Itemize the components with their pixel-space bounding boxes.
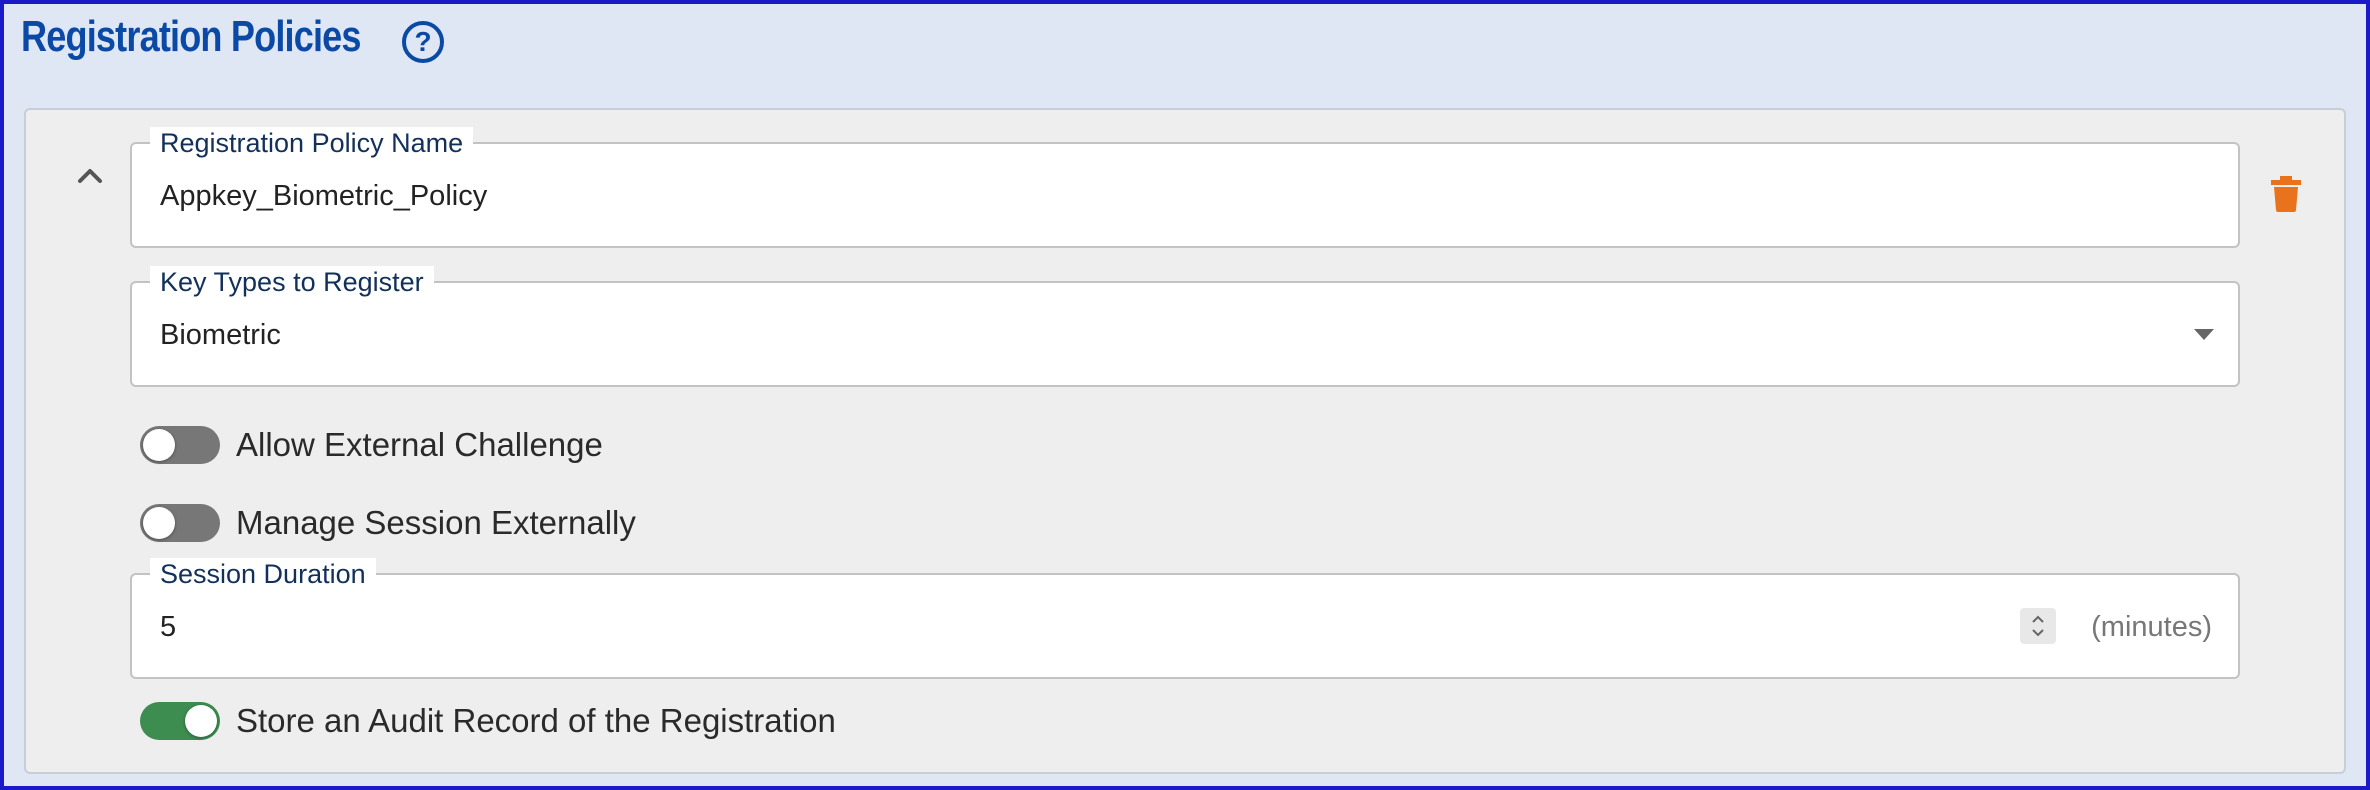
manage-session-externally-row: Manage Session Externally [140,498,636,548]
policy-name-label: Registration Policy Name [150,127,474,159]
store-audit-record-row: Store an Audit Record of the Registratio… [140,696,836,746]
chevron-up-icon[interactable] [70,156,110,196]
page-title: Registration Policies [21,12,361,61]
caret-down-icon[interactable] [2194,329,2214,340]
session-duration-label: Session Duration [150,558,376,590]
session-duration-input[interactable]: 5 [160,611,176,644]
key-types-selected-value[interactable]: Biometric [160,319,281,352]
toggle-knob [143,507,175,539]
manage-session-externally-toggle[interactable] [140,504,220,542]
toggle-knob [185,705,217,737]
allow-external-challenge-toggle[interactable] [140,426,220,464]
session-duration-unit: (minutes) [2091,611,2212,643]
help-circle-icon[interactable]: ? [402,21,444,63]
trash-icon[interactable] [2271,176,2301,212]
toggle-knob [143,429,175,461]
allow-external-challenge-row: Allow External Challenge [140,420,603,470]
allow-external-challenge-label: Allow External Challenge [236,426,603,463]
header: Registration Policies [21,8,435,66]
store-audit-record-label: Store an Audit Record of the Registratio… [236,702,836,739]
store-audit-record-toggle[interactable] [140,702,220,740]
key-types-label: Key Types to Register [150,266,434,298]
key-types-select[interactable]: Key Types to Register Biometric [130,266,2240,387]
policy-name-field[interactable]: Registration Policy Name Appkey_Biometri… [130,127,2240,248]
number-spinner[interactable] [2020,608,2056,644]
spinner-arrows-icon[interactable] [2030,612,2046,640]
registration-policies-panel: Registration Policies ? Registration Pol… [0,0,2370,790]
policy-name-input[interactable]: Appkey_Biometric_Policy [160,180,487,213]
manage-session-externally-label: Manage Session Externally [236,504,636,541]
policy-card: Registration Policy Name Appkey_Biometri… [24,108,2346,774]
session-duration-field[interactable]: Session Duration 5 (minutes) [130,558,2240,679]
